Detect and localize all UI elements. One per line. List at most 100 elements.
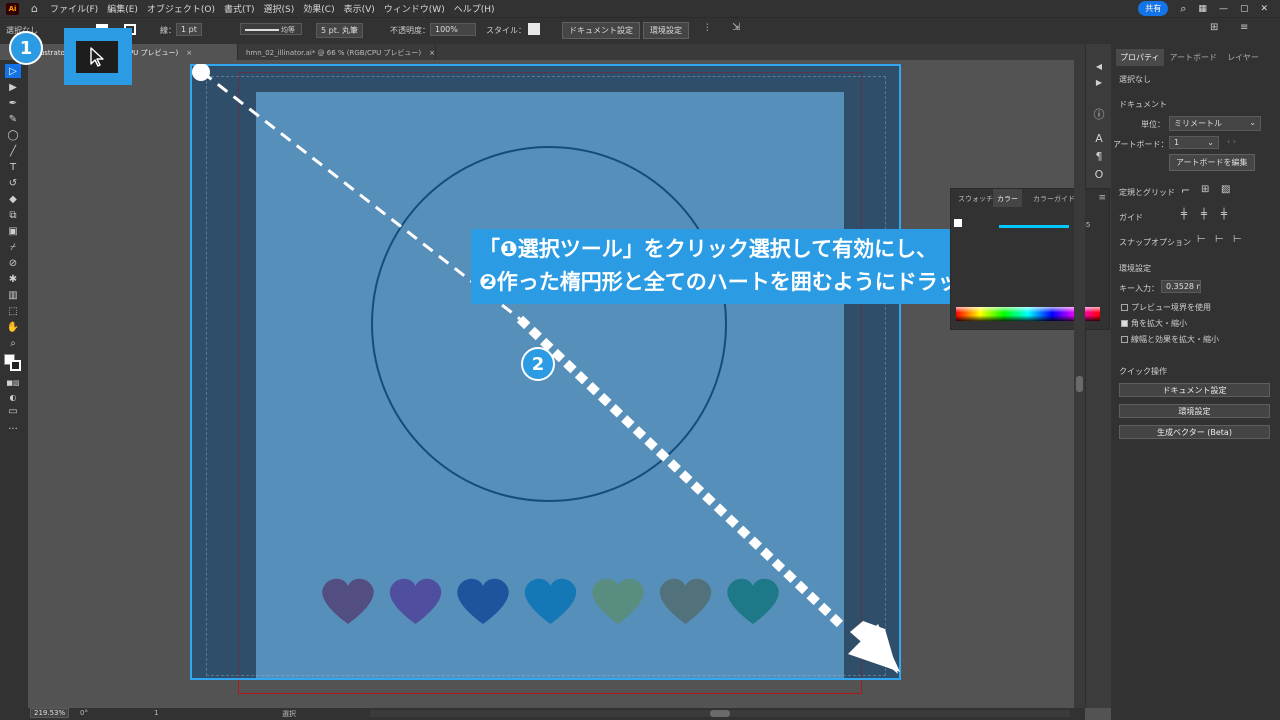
menu-edit[interactable]: 編集(E) <box>107 2 138 15</box>
color-slider[interactable] <box>999 225 1069 228</box>
paragraph-icon[interactable]: ¶ <box>1086 150 1112 163</box>
search-icon[interactable]: ⌕ <box>1180 2 1186 16</box>
close-tab-icon[interactable]: × <box>186 49 192 57</box>
play-icon[interactable]: ▶ <box>1086 78 1112 87</box>
character-icon[interactable]: A <box>1086 132 1112 145</box>
horizontal-scrollbar[interactable] <box>370 710 1070 717</box>
preferences-button[interactable]: 環境設定 <box>643 22 689 39</box>
rotate-tool-icon[interactable]: ↺ <box>5 176 21 190</box>
tab-color[interactable]: カラー <box>993 189 1022 207</box>
tab-layers[interactable]: レイヤー <box>1223 49 1263 66</box>
stroke-profile-select[interactable]: 均等 <box>240 23 302 35</box>
quick-document-settings-button[interactable]: ドキュメント設定 <box>1119 383 1270 397</box>
pen-tool-icon[interactable]: ✒ <box>5 96 21 110</box>
key-input-field[interactable]: 0.3528 m <box>1161 280 1201 293</box>
ellipse-tool-icon[interactable]: ◯ <box>5 128 21 142</box>
color-mode-icon[interactable]: ■▨ <box>5 376 21 390</box>
fill-stroke-icon[interactable] <box>4 354 21 371</box>
artboard-tool-icon[interactable]: ⬚ <box>5 304 21 318</box>
grid-icon[interactable]: ⊞ <box>1201 184 1209 195</box>
lock-guides-icon[interactable]: ╪ <box>1201 209 1207 220</box>
curvature-tool-icon[interactable]: ✎ <box>5 112 21 126</box>
draw-mode-icon[interactable]: ◐ <box>5 390 21 404</box>
properties-panel: プロパティ アートボード レイヤー 選択なし ドキュメント 単位： ミリメートル… <box>1111 44 1280 720</box>
arrange-documents-icon[interactable]: ▦ <box>1198 4 1207 14</box>
screen-mode-icon[interactable]: ▭ <box>5 404 21 418</box>
zoom-field[interactable]: 219.53% <box>30 708 70 718</box>
snap-pixel-icon[interactable]: ⊢ <box>1215 234 1224 245</box>
menu-effect[interactable]: 効果(C) <box>303 2 334 15</box>
show-guides-icon[interactable]: ╪ <box>1181 209 1187 220</box>
direct-selection-tool-icon[interactable]: ▶ <box>5 80 21 94</box>
share-button[interactable]: 共有 <box>1138 1 1169 16</box>
document-tab-active[interactable]: illustrator_02_...% (CMYK/CPU プレビュー)× <box>28 44 238 60</box>
info-icon[interactable]: ⓘ <box>1086 106 1112 122</box>
transparency-grid-icon[interactable]: ▨ <box>1221 184 1230 195</box>
eraser-tool-icon[interactable]: ◆ <box>5 192 21 206</box>
export-icon[interactable]: ⇲ <box>732 22 740 33</box>
artboard-nav-icon[interactable]: ‹ › <box>1227 137 1236 146</box>
stroke-weight-field[interactable]: 1 pt <box>176 23 202 36</box>
arrange-panels-icon[interactable]: ⊞ <box>1210 22 1218 33</box>
vertical-scrollbar[interactable] <box>1074 60 1085 708</box>
panel-menu-icon[interactable]: ≡ <box>1098 193 1106 203</box>
brush-select[interactable]: 5 pt. 丸筆 <box>316 23 363 38</box>
smart-guides-icon[interactable]: ╪ <box>1221 209 1227 220</box>
menu-type[interactable]: 書式(T) <box>224 2 255 15</box>
maximize-icon[interactable]: ▢ <box>1240 4 1249 14</box>
edit-toolbar-icon[interactable]: ··· <box>5 422 21 436</box>
units-select[interactable]: ミリメートル ⌄ <box>1169 116 1261 131</box>
tab-artboards[interactable]: アートボード <box>1166 49 1222 66</box>
step-badge-1: 1 <box>9 31 43 65</box>
opacity-field[interactable]: 100% <box>430 23 476 36</box>
menu-file[interactable]: ファイル(F) <box>50 2 98 15</box>
edit-artboard-button[interactable]: アートボードを編集 <box>1169 154 1255 171</box>
snap-glyph-icon[interactable]: ⊢ <box>1233 234 1242 245</box>
symbol-sprayer-tool-icon[interactable]: ✱ <box>5 272 21 286</box>
scale-strokes-checkbox[interactable]: 線幅と効果を拡大・縮小 <box>1121 334 1219 345</box>
quick-preferences-button[interactable]: 環境設定 <box>1119 404 1270 418</box>
zoom-tool-icon[interactable]: ⌕ <box>5 336 21 350</box>
vertical-scroll-thumb[interactable] <box>1076 376 1083 392</box>
align-icon[interactable]: ⫶ <box>706 23 709 34</box>
free-transform-tool-icon[interactable]: ⧉ <box>5 208 21 222</box>
gradient-tool-icon[interactable]: ▣ <box>5 224 21 238</box>
minimize-icon[interactable]: — <box>1219 4 1228 14</box>
paintbrush-tool-icon[interactable]: ╱ <box>5 144 21 158</box>
ruler-icon[interactable]: ⌐ <box>1181 184 1190 197</box>
eyedropper-tool-icon[interactable]: ⌿ <box>5 240 21 254</box>
artboard-number[interactable]: 1 <box>154 709 158 717</box>
document-tab[interactable]: hmn_02_illinator.ai* @ 66 % (RGB/CPU プレビ… <box>240 44 436 60</box>
close-tab-icon[interactable]: × <box>429 49 435 57</box>
blend-tool-icon[interactable]: ⊘ <box>5 256 21 270</box>
artboard-select[interactable]: 1 ⌄ <box>1169 136 1219 149</box>
scale-corners-checkbox[interactable]: 角を拡大・縮小 <box>1121 318 1187 329</box>
fill-indicator[interactable] <box>954 219 962 227</box>
selection-tool-icon[interactable]: ▷ <box>5 64 21 78</box>
generative-vector-button[interactable]: 生成ベクター (Beta) <box>1119 425 1270 439</box>
type-tool-icon[interactable]: T <box>5 160 21 174</box>
tab-swatches[interactable]: スウォッチ <box>954 189 997 207</box>
document-settings-button[interactable]: ドキュメント設定 <box>562 22 640 39</box>
menu-window[interactable]: ウィンドウ(W) <box>384 2 445 15</box>
units-label: 単位： <box>1141 120 1165 129</box>
expand-panels-icon[interactable]: ◀ <box>1086 62 1112 71</box>
artboard-value: 1 <box>1174 138 1180 147</box>
tab-properties[interactable]: プロパティ <box>1116 49 1164 66</box>
hand-tool-icon[interactable]: ✋ <box>5 320 21 334</box>
menu-help[interactable]: ヘルプ(H) <box>454 2 495 15</box>
horizontal-scroll-thumb[interactable] <box>710 710 730 717</box>
opentype-icon[interactable]: O <box>1086 168 1112 181</box>
home-icon[interactable]: ⌂ <box>31 2 38 15</box>
close-window-icon[interactable]: ✕ <box>1260 4 1268 14</box>
style-swatch[interactable] <box>528 23 540 35</box>
menu-view[interactable]: 表示(V) <box>344 2 375 15</box>
snap-point-icon[interactable]: ⊢ <box>1197 234 1206 245</box>
panel-menu-icon[interactable]: ≡ <box>1240 22 1248 33</box>
preview-bounds-checkbox[interactable]: プレビュー境界を使用 <box>1121 302 1211 313</box>
tab-color-guide[interactable]: カラーガイド <box>1029 189 1079 207</box>
graph-tool-icon[interactable]: ▥ <box>5 288 21 302</box>
menu-object[interactable]: オブジェクト(O) <box>147 2 215 15</box>
menu-select[interactable]: 選択(S) <box>264 2 295 15</box>
rotation-field[interactable]: 0° <box>80 709 88 717</box>
